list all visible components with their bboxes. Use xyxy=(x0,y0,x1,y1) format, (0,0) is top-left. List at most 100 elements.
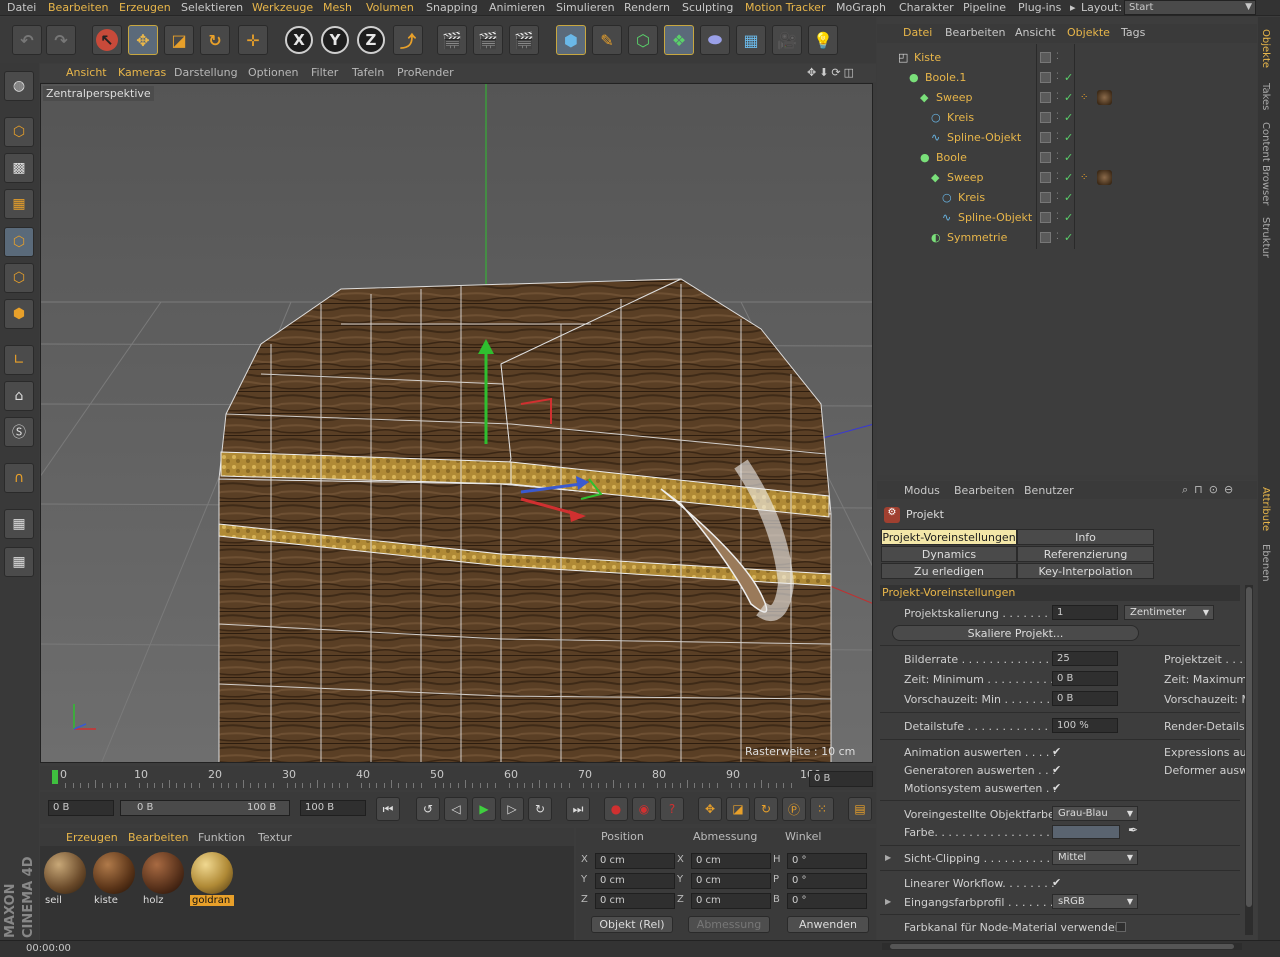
timeline-ruler[interactable]: 0102030405060708090100 xyxy=(40,766,876,790)
viewport-menu-filter[interactable]: Filter xyxy=(311,66,338,79)
make-editable-button[interactable]: ◍ xyxy=(4,71,34,101)
visibility-dots-icon[interactable]: ⁚ xyxy=(1056,88,1059,107)
light-button[interactable]: 💡 xyxy=(808,25,838,55)
material-tag-icon[interactable] xyxy=(1097,170,1112,185)
object-row[interactable]: ● Boole ⁚ ✓ xyxy=(880,148,1256,167)
coord-field[interactable]: 0 cm xyxy=(595,873,675,889)
timeline-window-button[interactable]: ▤ xyxy=(848,797,872,821)
material-menu-erzeugen[interactable]: Erzeugen xyxy=(66,831,118,844)
tab-key-interpolation[interactable]: Key-Interpolation xyxy=(1017,563,1154,579)
floor-button[interactable]: ▦ xyxy=(736,25,766,55)
solo-button[interactable]: Ⓢ xyxy=(4,417,34,447)
object-row[interactable]: ◆ Sweep ⁚ ✓ ⁘ xyxy=(880,88,1256,107)
menu-animieren[interactable]: Animieren xyxy=(489,1,545,14)
visibility-dots-icon[interactable]: ⁚ xyxy=(1056,188,1059,207)
material-tag-icon[interactable] xyxy=(1097,90,1112,105)
side-tab-struktur[interactable]: Struktur xyxy=(1260,217,1271,258)
object-row[interactable]: ● Boole.1 ⁚ ✓ xyxy=(880,68,1256,87)
side-tab-takes[interactable]: Takes xyxy=(1260,83,1271,110)
visibility-dots-icon[interactable]: ⁚ xyxy=(1056,108,1059,127)
layer-swatch[interactable] xyxy=(1040,152,1051,163)
menu-selektieren[interactable]: Selektieren xyxy=(181,1,243,14)
lod-field[interactable]: 100 % xyxy=(1052,718,1118,733)
menu-snapping[interactable]: Snapping xyxy=(426,1,478,14)
menu-bearbeiten[interactable]: Bearbeiten xyxy=(48,1,108,14)
next-frame-button[interactable]: ▷ xyxy=(500,797,524,821)
render-settings-button[interactable]: 🎬 xyxy=(509,25,539,55)
layer-swatch[interactable] xyxy=(1040,72,1051,83)
object-row[interactable]: ∿ Spline-Objekt ⁚ ✓ xyxy=(880,208,1256,227)
attribute-menu-bearbeiten[interactable]: Bearbeiten xyxy=(954,484,1014,497)
menu-rendern[interactable]: Rendern xyxy=(624,1,670,14)
layer-swatch[interactable] xyxy=(1040,112,1051,123)
menu-mesh[interactable]: Mesh xyxy=(323,1,352,14)
tab-todo[interactable]: Zu erledigen xyxy=(881,563,1017,579)
material-kiste[interactable]: kiste xyxy=(92,851,136,909)
menu-pipeline[interactable]: Pipeline xyxy=(963,1,1006,14)
deformer-button[interactable]: ⬬ xyxy=(700,25,730,55)
playhead[interactable] xyxy=(52,770,58,784)
layer-swatch[interactable] xyxy=(1040,92,1051,103)
scrollbar-thumb[interactable] xyxy=(1246,587,1252,907)
key-scale-button[interactable]: ◪ xyxy=(726,797,750,821)
menu-simulieren[interactable]: Simulieren xyxy=(556,1,615,14)
undo-button[interactable]: ↶ xyxy=(12,25,42,55)
eyedropper-icon[interactable]: ✒ xyxy=(1128,823,1138,837)
object-menu-datei[interactable]: Datei xyxy=(903,26,932,39)
expand-arrow-icon[interactable]: ▶ xyxy=(885,853,891,862)
model-mode-button[interactable]: ⬡ xyxy=(4,117,34,147)
layer-swatch[interactable] xyxy=(1040,172,1051,183)
keyframe-selection-button[interactable]: ? xyxy=(660,797,684,821)
phong-tag-icon[interactable]: ⁘ xyxy=(1080,168,1088,187)
tab-info[interactable]: Info xyxy=(1017,529,1154,545)
goto-start-button[interactable]: ⏮ xyxy=(376,797,400,821)
move-tool-button[interactable]: ✥ xyxy=(128,25,158,55)
edges-mode-button[interactable]: ⬡ xyxy=(4,263,34,293)
visibility-dots-icon[interactable]: ⁚ xyxy=(1056,228,1059,247)
tweak-mode-button[interactable]: ⌂ xyxy=(4,381,34,411)
x-axis-lock-button[interactable]: X xyxy=(285,26,313,54)
redo-button[interactable]: ↷ xyxy=(46,25,76,55)
transform-tool-button[interactable]: ✛ xyxy=(238,25,268,55)
viewport-menu-prorender[interactable]: ProRender xyxy=(397,66,454,79)
end-frame-field[interactable]: 100 B xyxy=(300,800,366,816)
object-menu-bearbeiten[interactable]: Bearbeiten xyxy=(945,26,1005,39)
generators-checkbox[interactable]: ✔ xyxy=(1052,763,1061,776)
animation-checkbox[interactable]: ✔ xyxy=(1052,745,1061,758)
attribute-menu-modus[interactable]: Modus xyxy=(904,484,940,497)
texture-mode-button[interactable]: ▩ xyxy=(4,153,34,183)
project-scale-field[interactable]: 1 xyxy=(1052,605,1118,620)
visibility-dots-icon[interactable]: ⁚ xyxy=(1056,168,1059,187)
prev-frame-button[interactable]: ◁ xyxy=(444,797,468,821)
side-tab-objekte[interactable]: Objekte xyxy=(1260,29,1271,68)
prev-key-button[interactable]: ↺ xyxy=(416,797,440,821)
tab-project-settings[interactable]: Projekt-Voreinstellungen xyxy=(881,529,1017,545)
color-swatch[interactable] xyxy=(1052,825,1120,839)
object-row[interactable]: ○ Kreis ⁚ ✓ xyxy=(880,108,1256,127)
enabled-check-icon[interactable]: ✓ xyxy=(1064,188,1073,207)
material-goldran[interactable]: goldran xyxy=(190,851,234,909)
tab-dynamics[interactable]: Dynamics xyxy=(881,546,1017,562)
render-picture-viewer-button[interactable]: 🎬 xyxy=(473,25,503,55)
time-min-field[interactable]: 0 B xyxy=(1052,671,1118,686)
coord-field[interactable]: 0 cm xyxy=(691,893,771,909)
coord-field[interactable]: 0 cm xyxy=(595,893,675,909)
enabled-check-icon[interactable]: ✓ xyxy=(1064,228,1073,247)
clipping-select[interactable]: Mittel ▼ xyxy=(1052,850,1138,865)
menu-mograph[interactable]: MoGraph xyxy=(836,1,886,14)
attribute-menu-benutzer[interactable]: Benutzer xyxy=(1024,484,1074,497)
scale-tool-button[interactable]: ◪ xyxy=(164,25,194,55)
enabled-check-icon[interactable]: ✓ xyxy=(1064,208,1073,227)
viewport-menu-darstellung[interactable]: Darstellung xyxy=(174,66,238,79)
enabled-check-icon[interactable]: ✓ xyxy=(1064,68,1073,87)
material-menu-bearbeiten[interactable]: Bearbeiten xyxy=(128,831,188,844)
z-axis-lock-button[interactable]: Z xyxy=(357,26,385,54)
attribute-scrollbar[interactable] xyxy=(1245,585,1253,935)
render-view-button[interactable]: 🎬 xyxy=(437,25,467,55)
layout-select[interactable]: Start ▼ xyxy=(1124,0,1256,15)
next-key-button[interactable]: ↻ xyxy=(528,797,552,821)
material-menu-funktion[interactable]: Funktion xyxy=(198,831,245,844)
object-row[interactable]: ○ Kreis ⁚ ✓ xyxy=(880,188,1256,207)
layer-swatch[interactable] xyxy=(1040,232,1051,243)
autokey-button[interactable]: ◉ xyxy=(632,797,656,821)
